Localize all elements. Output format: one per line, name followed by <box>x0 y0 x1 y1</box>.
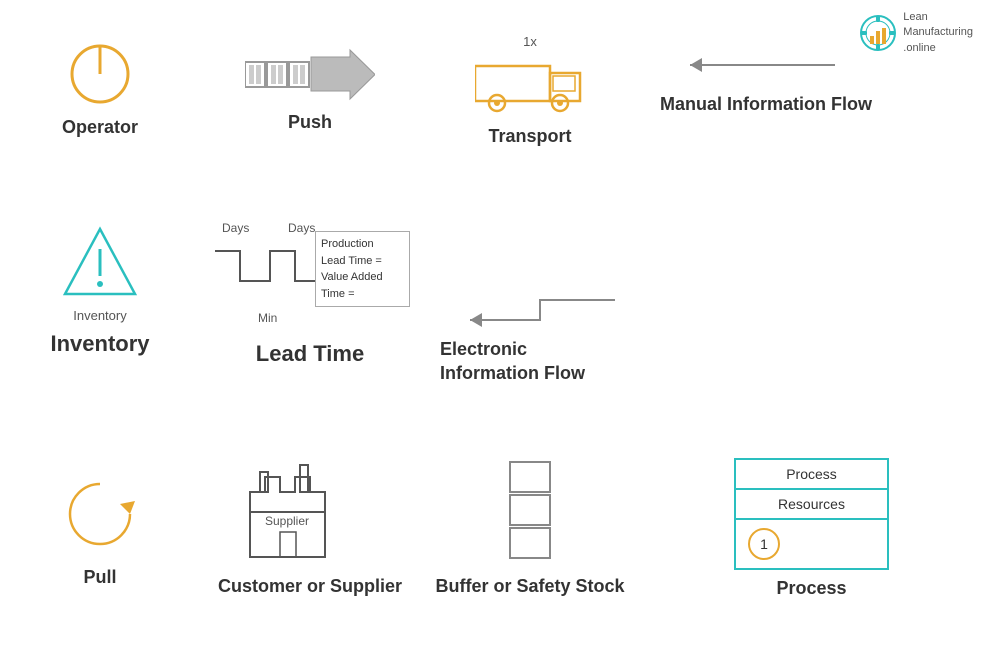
supplier-icon: Supplier <box>245 457 375 567</box>
operator-cell: Operator <box>0 0 200 180</box>
supplier-label: Customer or Supplier <box>218 575 402 598</box>
supplier-cell: Supplier Customer or Supplier <box>200 400 420 656</box>
logo-line2: Manufacturing <box>903 25 973 40</box>
lead-time-label: Lead Time <box>256 341 364 367</box>
min-label: Min <box>258 311 277 325</box>
push-cell: Push <box>200 0 420 180</box>
operator-label: Operator <box>62 117 138 138</box>
process-cell: Process Resources 1 Process <box>640 400 983 656</box>
lt-line4: Time = <box>321 286 404 303</box>
svg-text:Supplier: Supplier <box>265 514 309 528</box>
push-label: Push <box>288 112 332 133</box>
manual-flow-icon-container <box>660 45 840 85</box>
lt-line2: Lead Time = <box>321 253 404 270</box>
lead-time-info-box: Production Lead Time = Value Added Time … <box>315 231 410 307</box>
process-label: Process <box>776 578 846 599</box>
electronic-flow-cell: Electronic Information Flow <box>420 180 640 400</box>
electronic-flow-icon <box>440 290 620 330</box>
transport-count: 1x <box>523 34 537 49</box>
push-icon <box>245 47 375 102</box>
electronic-flow-label: Electronic Information Flow <box>440 338 620 385</box>
lt-line3: Value Added <box>321 269 404 286</box>
transport-cell: 1x Transport <box>420 0 640 180</box>
transport-label: Transport <box>488 126 571 147</box>
lead-time-diagram: Days Days Min Production Lead Time = Val… <box>210 213 410 333</box>
pull-cell: Pull <box>0 400 200 656</box>
process-box: Process Resources 1 <box>734 458 889 570</box>
r2c4-empty <box>640 180 983 400</box>
inventory-icon <box>60 224 140 304</box>
manual-flow-cell: Lean Manufacturing .online Manual Inform… <box>640 0 983 180</box>
inventory-big-label: Inventory <box>50 331 149 357</box>
logo-icon <box>859 14 897 52</box>
lt-line1: Production <box>321 236 404 253</box>
logo-line3: .online <box>903 41 973 56</box>
process-box-top: Process <box>736 460 887 490</box>
buffer-label: Buffer or Safety Stock <box>435 575 624 598</box>
manual-flow-label: Manual Information Flow <box>660 93 872 116</box>
lead-time-cell: Days Days Min Production Lead Time = Val… <box>200 180 420 400</box>
inventory-small-label: Inventory <box>73 308 126 323</box>
pull-label: Pull <box>83 567 116 588</box>
manual-flow-icon <box>660 45 840 85</box>
buffer-cell: Buffer or Safety Stock <box>420 400 640 656</box>
inventory-cell: Inventory Inventory <box>0 180 200 400</box>
buffer-icon <box>500 457 560 567</box>
pull-icon <box>55 469 145 559</box>
logo-area: Lean Manufacturing .online <box>859 10 973 56</box>
logo-line1: Lean <box>903 10 973 25</box>
logo-text: Lean Manufacturing .online <box>903 10 973 56</box>
electronic-flow-icon-container <box>440 290 620 330</box>
transport-icon <box>475 51 585 116</box>
process-circle: 1 <box>748 528 780 560</box>
process-box-mid: Resources <box>736 490 887 520</box>
operator-icon <box>68 42 133 107</box>
process-box-bottom: 1 <box>736 520 887 568</box>
